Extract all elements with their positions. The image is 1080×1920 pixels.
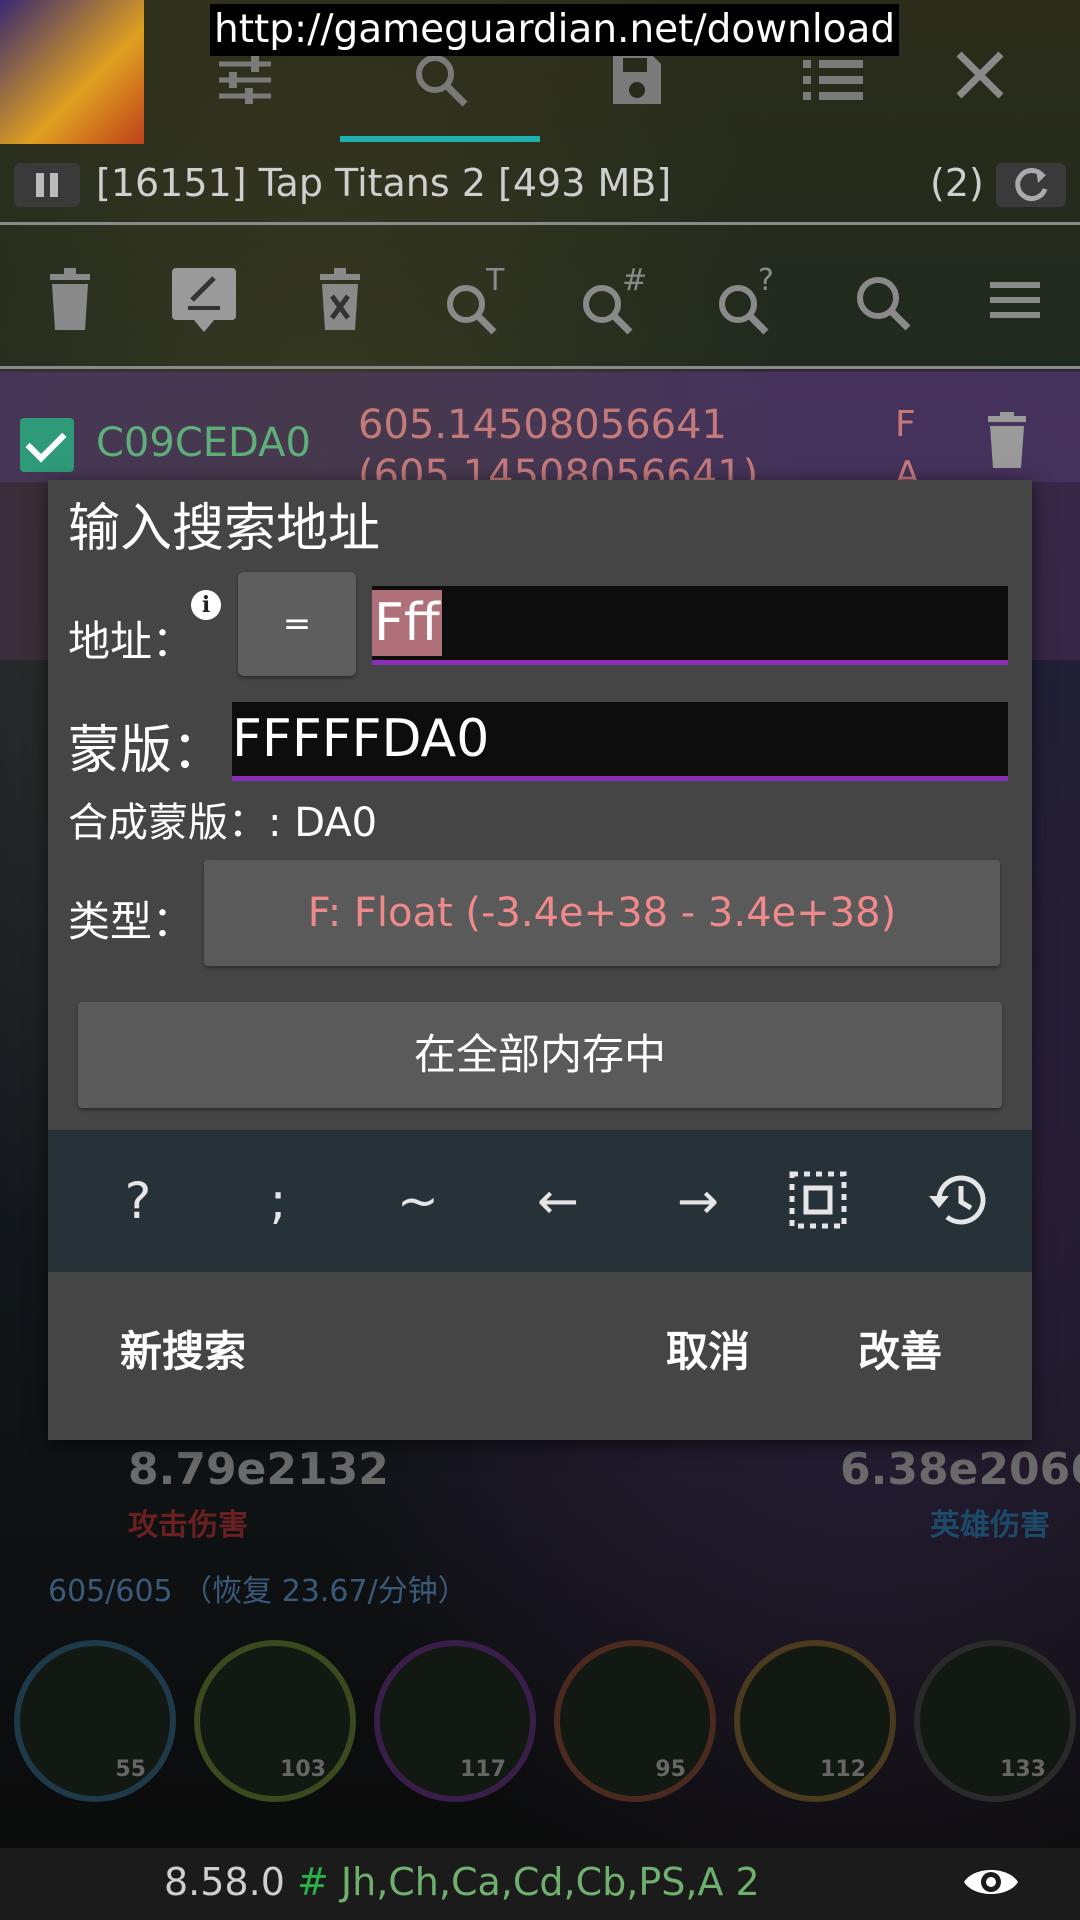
eye-icon[interactable] [962, 1862, 1020, 1902]
active-tab-indicator [340, 136, 540, 142]
info-icon[interactable]: i [191, 590, 221, 620]
close-icon[interactable] [945, 40, 1015, 110]
semicolon-key[interactable]: ; [208, 1130, 348, 1272]
search-address-dialog: 输入搜索地址 地址： i = Fff 蒙版： FFFFFDA0 合成蒙版：: D… [48, 480, 1032, 1440]
mask-label: 蒙版： [68, 721, 225, 781]
process-row: [16151] Tap Titans 2 [493 MB] (2) [0, 155, 1080, 225]
address-label: 地址： [68, 617, 195, 666]
arrow-right-key[interactable]: → [628, 1130, 768, 1272]
skill-button[interactable]: 133 [914, 1640, 1076, 1802]
mask-input[interactable]: FFFFFDA0 [232, 702, 1008, 781]
result-checkbox[interactable] [20, 418, 74, 472]
dialog-title: 输入搜索地址 [68, 499, 381, 559]
tap-damage-value: 8.79e2132 [128, 1444, 389, 1495]
fuzzy-search-icon[interactable]: ? [708, 260, 788, 340]
address-input[interactable]: Fff [372, 586, 1008, 665]
question-key[interactable]: ? [68, 1130, 208, 1272]
pause-button[interactable] [14, 163, 80, 207]
operator-button[interactable]: = [238, 572, 356, 676]
history-icon[interactable] [888, 1130, 1028, 1272]
gameguardian-logo[interactable] [0, 0, 144, 144]
combined-mask: 合成蒙版：: DA0 [68, 800, 378, 846]
skill-button[interactable]: 117 [374, 1640, 536, 1802]
skill-button[interactable]: 112 [734, 1640, 896, 1802]
refresh-button[interactable] [996, 163, 1066, 207]
svg-text:#: # [622, 263, 647, 298]
divider [0, 366, 1080, 369]
search-text-icon[interactable]: T [436, 260, 516, 340]
new-search-button[interactable]: 新搜索 [120, 1318, 246, 1379]
mana-status: 605/605 （恢复 23.67/分钟） [48, 1574, 468, 1609]
status-bar: 8.58.0 # Jh,Ch,Ca,Cd,Cb,PS,A 2 [0, 1848, 1080, 1920]
skill-button[interactable]: 95 [554, 1640, 716, 1802]
type-select[interactable]: F: Float (-3.4e+38 - 3.4e+38) [204, 860, 1000, 966]
svg-text:?: ? [758, 263, 774, 298]
tap-damage-label: 攻击伤害 [128, 1508, 248, 1543]
search-number-icon[interactable]: # [572, 260, 652, 340]
result-address: C09CEDA0 [96, 420, 311, 466]
edit-selected-icon[interactable] [164, 260, 244, 340]
process-count: (2) [930, 161, 984, 205]
svg-text:T: T [485, 263, 505, 298]
input-key-strip: ? ; ~ ← → [48, 1130, 1032, 1272]
process-label[interactable]: [16151] Tap Titans 2 [493 MB] [96, 161, 671, 205]
type-label: 类型： [68, 897, 195, 946]
improve-button[interactable]: 改善 [858, 1318, 942, 1379]
refresh-icon [1015, 168, 1048, 201]
search-icon[interactable] [844, 260, 924, 340]
download-url-overlay: http://gameguardian.net/download [210, 4, 900, 56]
delete-icon[interactable] [30, 260, 110, 340]
cancel-button[interactable]: 取消 [666, 1318, 750, 1379]
hero-damage-value: 6.38e2066 [840, 1444, 1080, 1495]
result-row[interactable]: C09CEDA0 605.14508056641 (605.1450805664… [0, 372, 1080, 498]
divider [0, 222, 1080, 225]
skill-button[interactable]: 55 [14, 1640, 176, 1802]
remove-icon[interactable] [300, 260, 380, 340]
menu-icon[interactable] [980, 260, 1060, 340]
skill-button[interactable]: 103 [194, 1640, 356, 1802]
mask-input-value: FFFFFDA0 [232, 709, 490, 769]
hero-damage-label: 英雄伤害 [930, 1508, 1050, 1543]
address-input-value: Fff [372, 590, 442, 656]
memory-region-button[interactable]: 在全部内存中 [78, 1002, 1002, 1108]
results-toolbar: T # ? [0, 240, 1080, 350]
delete-icon[interactable] [984, 412, 1030, 468]
select-all-icon[interactable] [748, 1130, 888, 1272]
tilde-key[interactable]: ~ [348, 1130, 488, 1272]
arrow-left-key[interactable]: ← [488, 1130, 628, 1272]
version-status: 8.58.0 # Jh,Ch,Ca,Cd,Cb,PS,A 2 [164, 1860, 760, 1904]
